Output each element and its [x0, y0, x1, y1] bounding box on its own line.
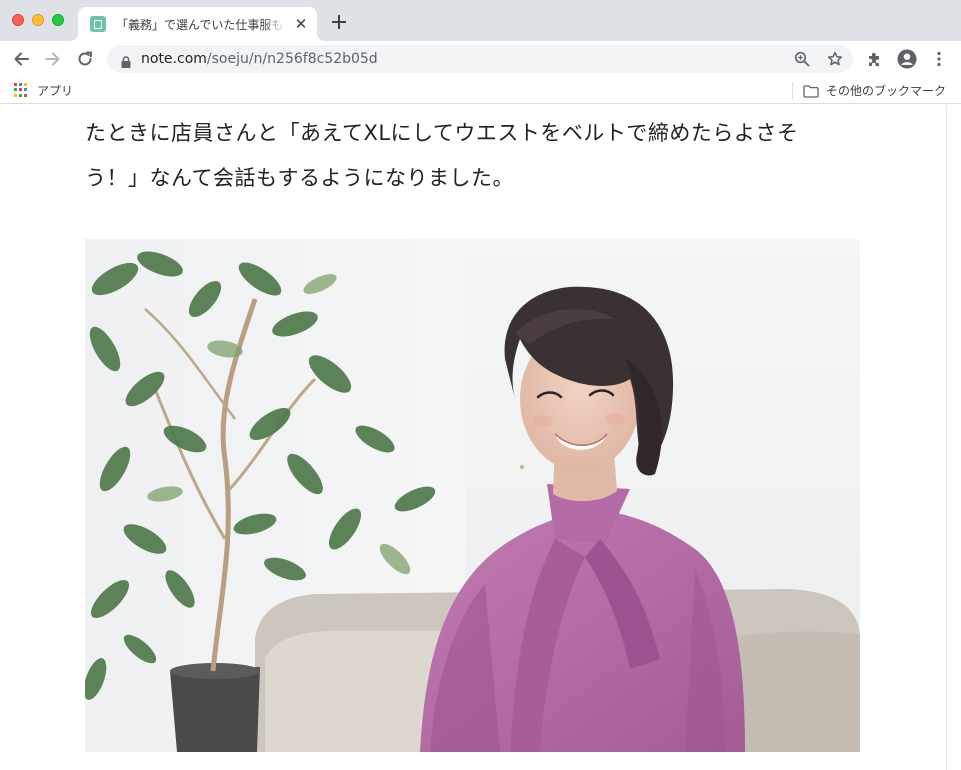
apps-bookmark-label[interactable]: アプリ [37, 82, 73, 99]
page-scrollbar[interactable] [946, 105, 961, 770]
url-path: /soeju/n/n256f8c52b05d [206, 51, 378, 67]
article-photo [85, 239, 860, 752]
tab-close-icon[interactable]: ✕ [293, 16, 309, 32]
url-host: note.com [141, 51, 207, 67]
portrait-photo-icon [85, 239, 860, 752]
new-tab-button[interactable] [329, 12, 349, 32]
forward-arrow-icon[interactable] [43, 49, 63, 69]
tab-title: 「義務」で選んでいた仕事服も [116, 16, 286, 33]
lock-icon[interactable] [121, 53, 131, 72]
browser-toolbar: note.com/soeju/n/n256f8c52b05d [0, 41, 961, 77]
bookmarks-bar: アプリ その他のブックマーク [0, 77, 961, 104]
tab-strip: 「義務」で選んでいた仕事服も ✕ [0, 0, 961, 41]
note-favicon-icon [90, 16, 106, 32]
url-text[interactable]: note.com/soeju/n/n256f8c52b05d [141, 51, 378, 67]
bookmarks-divider [792, 82, 793, 99]
folder-icon[interactable] [803, 83, 819, 102]
address-bar[interactable]: note.com/soeju/n/n256f8c52b05d [107, 45, 853, 73]
back-arrow-icon[interactable] [11, 49, 31, 69]
window-close-button[interactable] [12, 14, 24, 26]
profile-avatar-icon[interactable] [897, 49, 917, 69]
menu-kebab-icon[interactable] [929, 49, 949, 69]
page-content: たときに店員さんと「あえてXLにしてウエストをベルトで締めたらよさそう！」なんて… [0, 105, 946, 770]
apps-grid-icon[interactable] [14, 83, 28, 97]
window-zoom-button[interactable] [52, 14, 64, 26]
zoom-icon[interactable] [792, 49, 812, 69]
other-bookmarks-label[interactable]: その他のブックマーク [826, 82, 946, 99]
active-tab[interactable]: 「義務」で選んでいた仕事服も ✕ [78, 7, 317, 41]
extensions-puzzle-icon[interactable] [865, 49, 885, 69]
window-minimize-button[interactable] [32, 14, 44, 26]
article-paragraph: たときに店員さんと「あえてXLにしてウエストをベルトで締めたらよさそう！」なんて… [85, 121, 799, 190]
bookmark-star-icon[interactable] [825, 49, 845, 69]
reload-icon[interactable] [75, 49, 95, 69]
